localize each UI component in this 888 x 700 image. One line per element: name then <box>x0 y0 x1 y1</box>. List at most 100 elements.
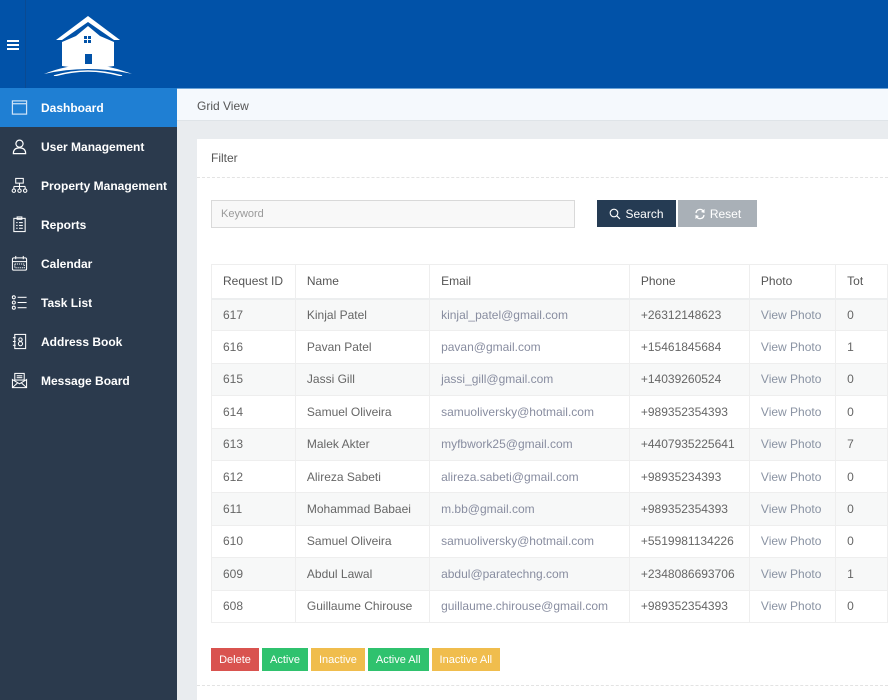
sidebar-item-reports[interactable]: Reports <box>0 205 177 244</box>
table-row[interactable]: 611 Mohammad Babaei m.bb@gmail.com +9893523… <box>211 492 888 526</box>
table-row[interactable]: 608 Guillaume Chirouse guillaume.chirouse@… <box>211 589 888 623</box>
house-logo-icon[interactable] <box>40 12 136 77</box>
cell-phone: +5519981134226 <box>628 524 750 559</box>
view-photo-link[interactable]: View Photo <box>748 297 837 332</box>
window-icon <box>10 99 28 117</box>
user-icon <box>10 138 28 156</box>
sidebar: Dashboard User Management Property Manag… <box>0 88 177 700</box>
cell-phone: +14039260524 <box>628 362 750 397</box>
sidebar-item-label: User Management <box>41 139 145 154</box>
view-photo-link[interactable]: View Photo <box>748 557 837 591</box>
cell-phone: +989352354393 <box>628 589 750 623</box>
cell-request-id: 610 <box>211 524 296 559</box>
view-photo-link[interactable]: View Photo <box>748 330 837 364</box>
cell-email: kinjal_patel@gmail.com <box>429 297 630 332</box>
column-header-phone[interactable]: Phone <box>628 264 750 300</box>
table-row[interactable]: 612 Alireza Sabeti alireza.sabeti@gmail.co… <box>211 459 888 494</box>
cell-name: Mohammad Babaei <box>294 492 431 526</box>
cell-total: 0 <box>835 589 888 623</box>
list-icon <box>10 294 28 312</box>
filter-card: Filter Search Reset Request ID Name Emai… <box>197 139 888 700</box>
active-all-button[interactable]: Active All <box>367 648 429 671</box>
sidebar-item-task-list[interactable]: Task List <box>0 283 177 322</box>
table-row[interactable]: 613 Malek Akter myfbwork25@gmail.com +44079… <box>211 427 888 461</box>
reset-button-label: Reset <box>709 206 742 221</box>
table-header-row: Request ID Name Email Phone Photo Tot <box>211 264 888 300</box>
column-header-name[interactable]: Name <box>294 264 431 300</box>
column-header-email[interactable]: Email <box>429 264 630 300</box>
view-photo-link[interactable]: View Photo <box>748 589 837 623</box>
table-row[interactable]: 610 Samuel Oliveira samuoliversky@hotmail.… <box>211 524 888 559</box>
cell-request-id: 608 <box>211 589 296 623</box>
table-row[interactable]: 609 Abdul Lawal abdul@paratechng.com +23480… <box>211 557 888 591</box>
sidebar-item-property-management[interactable]: Property Management <box>0 166 177 205</box>
cell-name: Guillaume Chirouse <box>294 589 431 623</box>
cell-email: pavan@gmail.com <box>429 330 630 364</box>
search-button[interactable]: Search <box>597 200 676 227</box>
cell-phone: +989352354393 <box>628 492 750 526</box>
message-board-icon <box>10 372 28 390</box>
sidebar-item-label: Dashboard <box>41 100 104 115</box>
sidebar-item-label: Address Book <box>41 334 123 349</box>
table-row[interactable]: 615 Jassi Gill jassi_gill@gmail.com +140392… <box>211 362 888 397</box>
cell-email: abdul@paratechng.com <box>429 557 630 591</box>
requests-table: Request ID Name Email Phone Photo Tot 61… <box>211 264 888 623</box>
sidebar-item-dashboard[interactable]: Dashboard <box>0 88 177 127</box>
cell-total: 7 <box>835 427 888 461</box>
cell-email: jassi_gill@gmail.com <box>429 362 630 397</box>
reset-button[interactable]: Reset <box>678 200 757 227</box>
refresh-icon <box>695 208 705 219</box>
sidebar-item-user-management[interactable]: User Management <box>0 127 177 166</box>
cell-phone: +2348086693706 <box>628 557 750 591</box>
cell-request-id: 609 <box>211 557 296 591</box>
cell-total: 0 <box>835 492 888 526</box>
cell-request-id: 615 <box>211 362 296 397</box>
view-photo-link[interactable]: View Photo <box>748 427 837 461</box>
cell-email: samuoliversky@hotmail.com <box>429 395 630 429</box>
column-header-total[interactable]: Tot <box>835 264 888 300</box>
cell-total: 0 <box>835 395 888 429</box>
filter-card-header: Filter <box>197 139 888 178</box>
inactive-all-button[interactable]: Inactive All <box>431 648 501 671</box>
view-photo-link[interactable]: View Photo <box>748 395 837 429</box>
view-photo-link[interactable]: View Photo <box>748 459 837 494</box>
bulk-actions: Delete Active Inactive Active All Inacti… <box>211 648 501 671</box>
cell-total: 1 <box>835 330 888 364</box>
cell-total: 0 <box>835 459 888 494</box>
sidebar-item-calendar[interactable]: Calendar <box>0 244 177 283</box>
page-title: Grid View <box>197 99 249 113</box>
column-header-request-id[interactable]: Request ID <box>211 264 296 300</box>
cell-request-id: 614 <box>211 395 296 429</box>
sidebar-item-label: Calendar <box>41 256 93 271</box>
cell-request-id: 616 <box>211 330 296 364</box>
keyword-input[interactable] <box>211 200 575 228</box>
cell-total: 0 <box>835 297 888 332</box>
view-photo-link[interactable]: View Photo <box>748 524 837 559</box>
cell-email: guillaume.chirouse@gmail.com <box>429 589 630 623</box>
cell-name: Jassi Gill <box>294 362 431 397</box>
active-button[interactable]: Active <box>262 648 308 671</box>
sidebar-item-address-book[interactable]: Address Book <box>0 322 177 361</box>
inactive-button[interactable]: Inactive <box>310 648 365 671</box>
cell-email: alireza.sabeti@gmail.com <box>429 459 630 494</box>
menu-toggle-button[interactable] <box>0 0 26 88</box>
sitemap-icon <box>10 177 28 195</box>
delete-button[interactable]: Delete <box>211 648 259 671</box>
column-header-photo[interactable]: Photo <box>748 264 837 300</box>
cell-phone: +26312148623 <box>628 297 750 332</box>
clipboard-icon <box>10 216 28 234</box>
sidebar-item-label: Message Board <box>41 373 130 388</box>
hamburger-icon <box>6 39 19 50</box>
table-row[interactable]: 616 Pavan Patel pavan@gmail.com +1546184568… <box>211 330 888 364</box>
cell-request-id: 613 <box>211 427 296 461</box>
view-photo-link[interactable]: View Photo <box>748 362 837 397</box>
view-photo-link[interactable]: View Photo <box>748 492 837 526</box>
breadcrumb: Grid View <box>177 88 888 121</box>
calendar-icon <box>10 255 28 273</box>
cell-request-id: 617 <box>211 297 296 332</box>
table-row[interactable]: 617 Kinjal Patel kinjal_patel@gmail.com +26… <box>211 297 888 332</box>
sidebar-item-message-board[interactable]: Message Board <box>0 361 177 400</box>
cell-name: Abdul Lawal <box>294 557 431 591</box>
table-row[interactable]: 614 Samuel Oliveira samuoliversky@hotmail.… <box>211 395 888 429</box>
sidebar-item-label: Reports <box>41 217 87 232</box>
